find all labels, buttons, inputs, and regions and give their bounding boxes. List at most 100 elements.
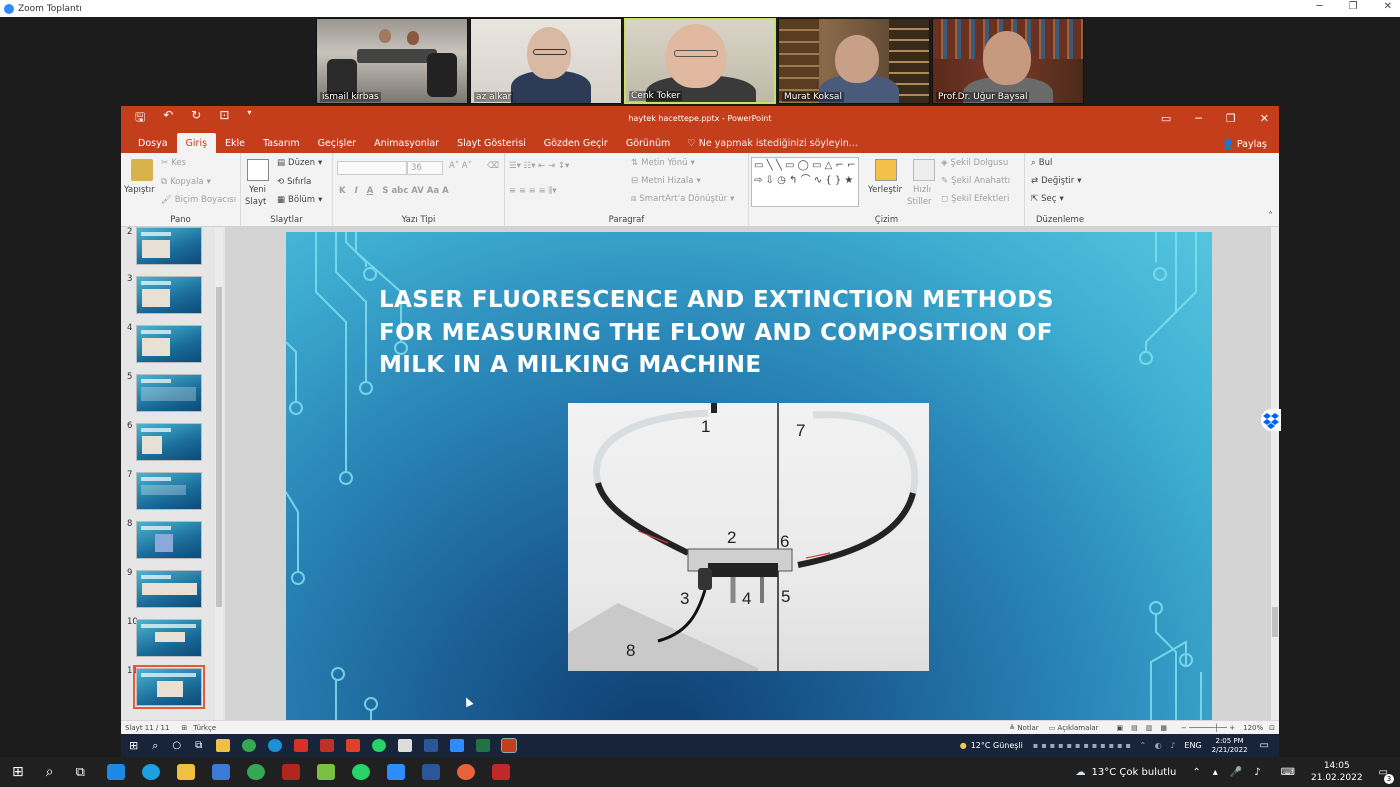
- tray-icons[interactable]: ⌃▴🎤♪: [1192, 767, 1272, 778]
- clock[interactable]: 2:05 PM 2/21/2022: [1212, 737, 1248, 755]
- whatsapp-icon[interactable]: [352, 764, 371, 780]
- edge-icon[interactable]: [142, 764, 161, 780]
- mail-icon[interactable]: [107, 764, 126, 780]
- save-icon[interactable]: 🖫: [135, 108, 145, 129]
- app-icon[interactable]: [457, 764, 476, 780]
- tab-ekle[interactable]: Ekle: [216, 133, 254, 153]
- search-icon[interactable]: ⌕: [46, 764, 54, 780]
- dropbox-icon[interactable]: [1261, 409, 1281, 431]
- keyboard-icon[interactable]: ⌨: [1281, 767, 1295, 778]
- word-icon[interactable]: [424, 739, 439, 752]
- start-from-beginning-icon[interactable]: ⊡: [219, 108, 229, 129]
- collapse-ribbon-icon[interactable]: ˄: [1268, 211, 1273, 222]
- format-painter-button[interactable]: 🖌 Biçim Boyacısı: [161, 195, 236, 205]
- arrange-icon[interactable]: [875, 159, 897, 181]
- slide-thumbnail[interactable]: [136, 570, 202, 608]
- customize-toolbar-icon[interactable]: ▾: [247, 108, 251, 129]
- thumbnail-scrollbar[interactable]: [215, 227, 223, 720]
- close-button[interactable]: ✕: [1260, 112, 1269, 125]
- participant-tile[interactable]: Murat Koksal: [778, 18, 930, 104]
- tab-animasyonlar[interactable]: Animasyonlar: [365, 133, 448, 153]
- zoom-app-icon[interactable]: [387, 764, 406, 780]
- excel-icon[interactable]: [476, 739, 491, 752]
- paste-button[interactable]: Yapıştır: [124, 185, 155, 195]
- tab-gozden-gecir[interactable]: Gözden Geçir: [535, 133, 617, 153]
- file-explorer-icon[interactable]: [177, 764, 196, 780]
- new-slide-label2[interactable]: Slayt: [245, 197, 266, 207]
- app-icon[interactable]: [320, 739, 335, 752]
- section-button[interactable]: ▦ Bölüm ▾: [277, 195, 322, 205]
- word-icon[interactable]: [422, 764, 441, 780]
- tab-giris[interactable]: Giriş: [176, 133, 217, 153]
- zoom-level[interactable]: 120%: [1243, 724, 1263, 732]
- quick-styles-label2[interactable]: Stiller: [907, 197, 932, 207]
- clock[interactable]: 14:05 21.02.2022: [1311, 760, 1363, 784]
- ribbon-display-options-icon[interactable]: ▭: [1161, 112, 1171, 125]
- shape-effects-button[interactable]: ◻ Şekil Efektleri: [941, 194, 1009, 204]
- notification-icon[interactable]: ▭: [1260, 740, 1269, 751]
- notification-button[interactable]: ▭ 3: [1379, 767, 1394, 784]
- layout-button[interactable]: ▤ Düzen ▾: [277, 158, 322, 168]
- chrome-icon[interactable]: [242, 739, 257, 752]
- store-icon[interactable]: [212, 764, 231, 780]
- tab-gorunum[interactable]: Görünüm: [617, 133, 679, 153]
- slide-thumbnail[interactable]: [136, 619, 202, 657]
- tab-dosya[interactable]: Dosya: [129, 133, 177, 153]
- close-button[interactable]: ✕: [1384, 1, 1392, 12]
- app-icon[interactable]: [346, 739, 361, 752]
- new-slide-label[interactable]: Yeni: [249, 185, 266, 195]
- slide-thumbnail[interactable]: [136, 227, 202, 265]
- edge-icon[interactable]: [268, 739, 283, 752]
- tab-slayt-gosterisi[interactable]: Slayt Gösterisi: [448, 133, 535, 153]
- font-style-icons[interactable]: K I A S abc AV Aa A: [339, 186, 449, 196]
- participant-tile[interactable]: az alkar: [470, 18, 622, 104]
- grow-font-icon[interactable]: A˄ A˅: [449, 161, 472, 171]
- task-view-icon[interactable]: ⧉: [195, 740, 202, 751]
- clear-format-icon[interactable]: ⌫: [487, 161, 499, 171]
- slide-thumbnail[interactable]: [136, 521, 202, 559]
- shape-fill-button[interactable]: ◈ Şekil Dolgusu: [941, 158, 1008, 168]
- slide-thumbnail[interactable]: [136, 423, 202, 461]
- tray-icons[interactable]: ▪▪▪▪▪▪▪▪▪▪▪▪ ⌃ ◐ ♪: [1033, 741, 1178, 750]
- participant-tile[interactable]: ismail kirbas: [316, 18, 468, 104]
- zoom-app-icon[interactable]: [450, 739, 465, 752]
- participant-tile-active-speaker[interactable]: Cenk Toker: [624, 18, 776, 104]
- windows-start-icon[interactable]: ⊞: [129, 739, 138, 752]
- windows-start-icon[interactable]: ⊞: [12, 764, 24, 780]
- font-size-box[interactable]: 36: [407, 161, 443, 175]
- view-buttons[interactable]: ▣▤▥▦: [1117, 724, 1175, 732]
- participant-tile[interactable]: Prof.Dr. Uğur Baysal: [932, 18, 1084, 104]
- copy-button[interactable]: ⧉ Kopyala ▾: [161, 177, 211, 187]
- redo-icon[interactable]: ↻: [191, 108, 201, 129]
- chrome-icon[interactable]: [247, 764, 266, 780]
- comments-button[interactable]: ▭ Açıklamalar: [1049, 724, 1099, 732]
- acrobat-icon[interactable]: [282, 764, 301, 780]
- paste-icon[interactable]: [131, 159, 153, 181]
- app-icon[interactable]: [398, 739, 413, 752]
- find-button[interactable]: ⌕ Bul: [1031, 158, 1052, 168]
- align-text-button[interactable]: ⊟ Metni Hizala ▾: [631, 176, 701, 186]
- spellcheck-icon[interactable]: ⊞: [181, 724, 187, 732]
- slide-title[interactable]: LASER FLUORESCENCE AND EXTINCTION METHOD…: [379, 284, 1099, 382]
- fit-slide-icon[interactable]: ⊡: [1269, 724, 1275, 732]
- smartart-button[interactable]: ⧈ SmartArt'a Dönüştür ▾: [631, 194, 734, 204]
- zoom-slider[interactable]: − ──────┼── +: [1181, 724, 1235, 732]
- tell-me-box[interactable]: ♡ Ne yapmak istediğinizi söyleyin...: [687, 133, 858, 153]
- file-explorer-icon[interactable]: [216, 739, 231, 752]
- reset-button[interactable]: ⟲ Sıfırla: [277, 177, 311, 187]
- list-icons[interactable]: ☰▾ ☷▾ ⇤ ⇥ ↕▾: [509, 161, 569, 171]
- maximize-button[interactable]: ❐: [1349, 1, 1358, 12]
- share-button[interactable]: 👤 Paylaş: [1222, 139, 1267, 150]
- shapes-gallery[interactable]: ▭ ╲ ╲ ▭ ◯ ▭ △ ⌐ ⌐ ⇨ ⇩ ◷ ↰ ⌒ ∿ { } ★: [751, 157, 859, 207]
- arrange-label[interactable]: Yerleştir: [868, 185, 902, 195]
- slide-thumbnail[interactable]: [136, 325, 202, 363]
- cut-button[interactable]: ✂ Kes: [161, 158, 186, 168]
- slide-thumbnail[interactable]: [136, 472, 202, 510]
- slide-thumbnail[interactable]: [136, 276, 202, 314]
- app-icon[interactable]: [317, 764, 336, 780]
- tab-tasarim[interactable]: Tasarım: [254, 133, 309, 153]
- whatsapp-icon[interactable]: [372, 739, 387, 752]
- acrobat-icon[interactable]: [294, 739, 309, 752]
- cortana-icon[interactable]: ○: [172, 740, 181, 751]
- weather-widget[interactable]: ☁ 13°C Çok bulutlu: [1076, 767, 1177, 778]
